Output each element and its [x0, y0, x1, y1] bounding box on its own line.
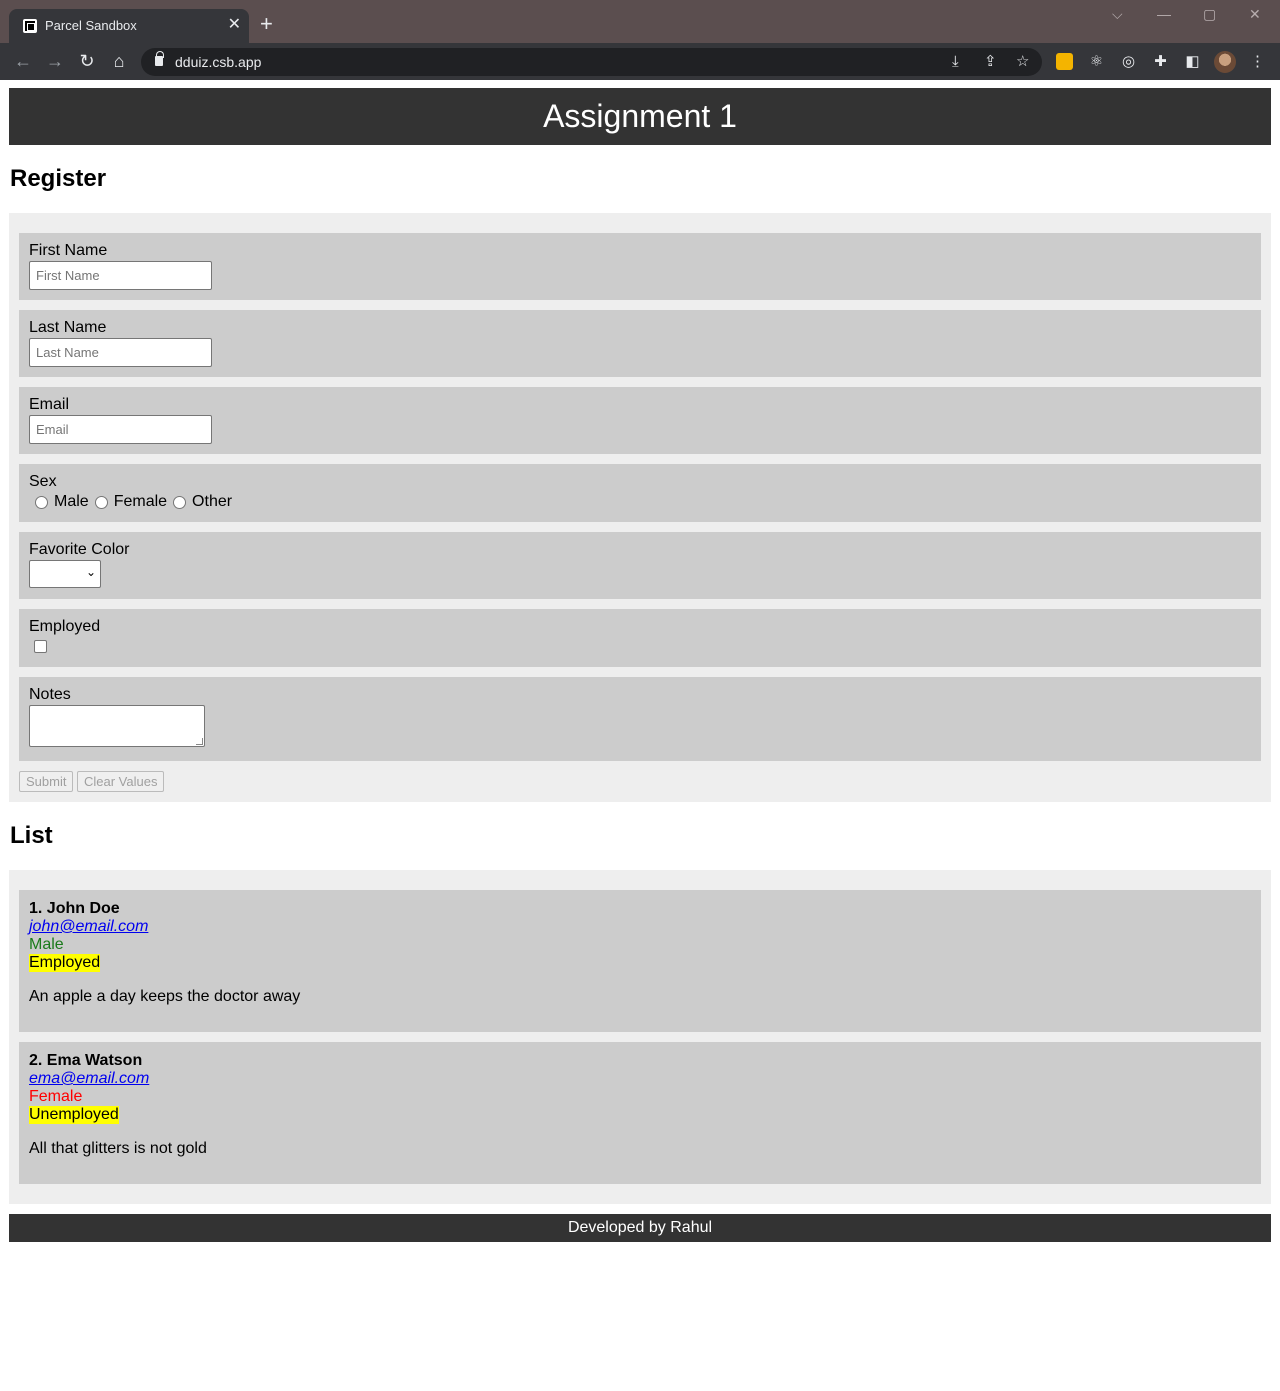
- first-name-input[interactable]: [29, 261, 212, 290]
- entry-name: 1. John Doe: [29, 900, 120, 917]
- star-icon[interactable]: ☆: [1016, 52, 1029, 72]
- notes-textarea[interactable]: [29, 705, 205, 747]
- first-name-group: First Name: [19, 233, 1261, 300]
- entry-note: An apple a day keeps the doctor away: [29, 988, 301, 1005]
- codesandbox-icon: [23, 19, 37, 33]
- menu-kebab-icon[interactable]: ⋮: [1249, 53, 1266, 70]
- sex-group: Sex Male Female Other: [19, 464, 1261, 522]
- browser-toolbar: ← → ↻ ⌂ dduiz.csb.app ⤓ ⇪ ☆ ⚛ ◎ ✚ ◧ ⋮: [0, 43, 1280, 80]
- side-panel-icon[interactable]: ◧: [1184, 53, 1201, 70]
- keep-extension-icon[interactable]: [1056, 53, 1073, 70]
- register-form: First Name Last Name Email Sex Male Fema…: [9, 213, 1271, 802]
- close-window-icon[interactable]: ✕: [1249, 6, 1261, 23]
- browser-tab[interactable]: Parcel Sandbox ✕: [9, 9, 249, 43]
- entry-email-link[interactable]: john@email.com: [29, 918, 148, 936]
- entry-sex: Female: [29, 1088, 83, 1105]
- entry-name: 2. Ema Watson: [29, 1052, 143, 1069]
- tab-title: Parcel Sandbox: [45, 18, 137, 33]
- new-tab-button[interactable]: +: [260, 13, 273, 35]
- favorite-color-select[interactable]: ⌄: [29, 560, 101, 588]
- register-heading: Register: [10, 165, 107, 192]
- entry-email-link[interactable]: ema@email.com: [29, 1070, 149, 1088]
- extensions-puzzle-icon[interactable]: ✚: [1152, 53, 1169, 70]
- entry-employment-badge: Unemployed: [29, 1106, 119, 1124]
- install-icon[interactable]: ⤓: [952, 52, 959, 72]
- page-root: Assignment 1 Register First Name Last Na…: [9, 88, 1271, 1242]
- home-icon[interactable]: ⌂: [108, 50, 130, 72]
- radio-male[interactable]: [35, 495, 48, 509]
- clear-values-button[interactable]: Clear Values: [77, 771, 165, 792]
- employed-group: Employed: [19, 609, 1261, 667]
- entry-sex: Male: [29, 936, 64, 953]
- browser-tab-bar: Parcel Sandbox ✕ + ⌵ — ▢ ✕: [0, 0, 1280, 43]
- employed-label: Employed: [29, 618, 101, 635]
- first-name-label: First Name: [29, 242, 108, 259]
- email-label: Email: [29, 396, 70, 413]
- back-arrow-icon[interactable]: ←: [12, 50, 34, 72]
- radio-other[interactable]: [173, 495, 187, 509]
- email-group: Email: [19, 387, 1261, 454]
- list-item: 2. Ema Watson ema@email.com Female Unemp…: [19, 1042, 1261, 1184]
- list-item: 1. John Doe john@email.com Male Employed…: [19, 890, 1261, 1032]
- favorite-color-label: Favorite Color: [29, 541, 130, 558]
- minimize-icon[interactable]: —: [1157, 6, 1171, 22]
- sex-radio-row: Male Female Other: [33, 493, 236, 511]
- reload-icon[interactable]: ↻: [76, 50, 98, 72]
- submit-button[interactable]: Submit: [19, 771, 74, 792]
- list-heading: List: [10, 822, 53, 849]
- tab-search-icon[interactable]: ⌵: [1112, 6, 1123, 23]
- page-header: Assignment 1: [9, 88, 1271, 145]
- radio-other-label[interactable]: Other: [192, 493, 232, 511]
- chevron-down-icon: ⌄: [85, 565, 96, 579]
- sex-label: Sex: [29, 473, 57, 490]
- last-name-label: Last Name: [29, 319, 107, 336]
- react-devtools-icon[interactable]: ⚛: [1088, 53, 1105, 70]
- employed-checkbox[interactable]: [34, 640, 47, 653]
- entry-note: All that glitters is not gold: [29, 1140, 207, 1157]
- notes-group: Notes: [19, 677, 1261, 761]
- entry-employment-badge: Employed: [29, 954, 101, 972]
- page-footer: Developed by Rahul: [9, 1214, 1271, 1242]
- email-input[interactable]: [29, 415, 212, 444]
- notes-label: Notes: [29, 686, 71, 703]
- entry-list: 1. John Doe john@email.com Male Employed…: [9, 870, 1271, 1204]
- radio-female[interactable]: [94, 495, 108, 509]
- target-extension-icon[interactable]: ◎: [1120, 53, 1137, 70]
- forward-arrow-icon[interactable]: →: [44, 50, 66, 72]
- profile-avatar[interactable]: [1214, 51, 1236, 73]
- maximize-icon[interactable]: ▢: [1203, 6, 1216, 23]
- last-name-input[interactable]: [29, 338, 212, 367]
- lock-icon[interactable]: [155, 51, 164, 66]
- address-bar[interactable]: dduiz.csb.app ⤓ ⇪ ☆: [141, 48, 1042, 76]
- close-tab-icon[interactable]: ✕: [228, 15, 241, 35]
- last-name-group: Last Name: [19, 310, 1261, 377]
- radio-female-label[interactable]: Female: [114, 493, 167, 511]
- url-text[interactable]: dduiz.csb.app: [175, 54, 261, 70]
- radio-male-label[interactable]: Male: [54, 493, 89, 511]
- favorite-color-group: Favorite Color ⌄: [19, 532, 1261, 599]
- share-icon[interactable]: ⇪: [984, 52, 997, 72]
